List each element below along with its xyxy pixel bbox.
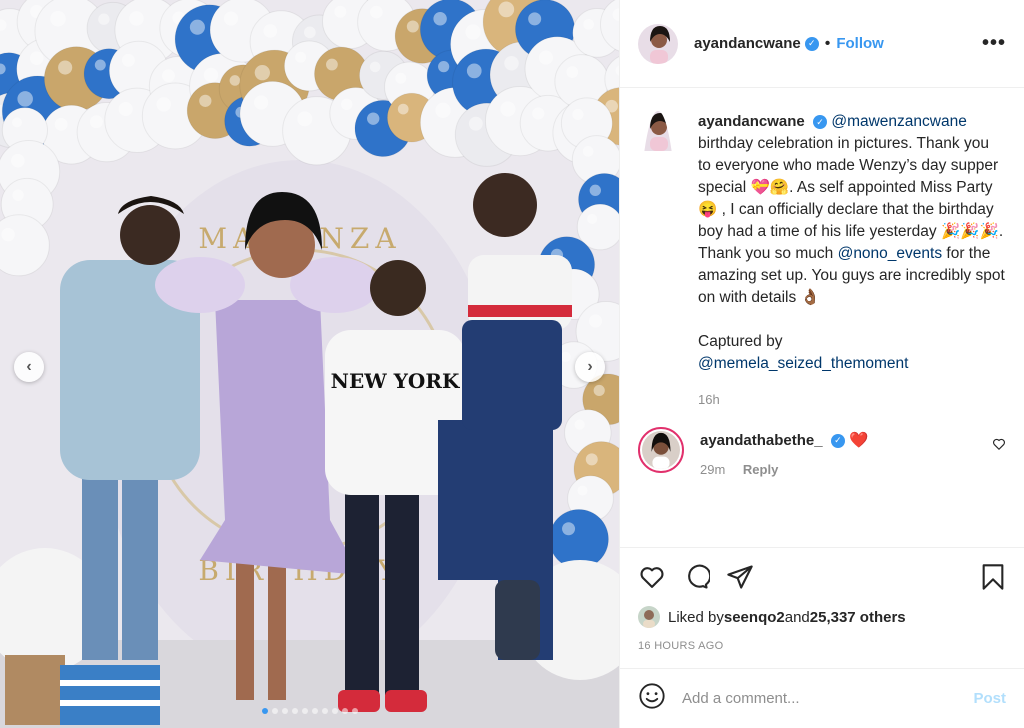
chevron-right-icon: ›: [587, 358, 593, 375]
speech-bubble-icon: [688, 564, 712, 589]
emoji-button[interactable]: [638, 682, 666, 715]
commenter-avatar[interactable]: [638, 427, 684, 473]
like-button[interactable]: [638, 563, 666, 596]
comment-item: ayandathabethe_ ✓ ❤️ 29m Reply: [638, 427, 1006, 477]
post-timestamp[interactable]: 16 HOURS AGO: [638, 640, 1006, 652]
verified-badge-icon: ✓: [830, 433, 845, 448]
post-photo[interactable]: MAWENZA BIRTHDAY: [0, 0, 619, 728]
more-options-icon[interactable]: •••: [982, 32, 1006, 55]
avatar[interactable]: [638, 23, 678, 64]
photo-image: MAWENZA BIRTHDAY: [0, 0, 619, 728]
avatar-icon: [642, 431, 680, 469]
carousel-dot: [321, 708, 328, 714]
carousel-dot: [331, 708, 338, 714]
commenter-username[interactable]: ayandathabethe_: [700, 432, 823, 449]
post-caption: ayandancwane ✓ @mawenzancwane birthday c…: [638, 111, 1006, 411]
likes-and: and: [784, 608, 810, 626]
next-slide-button[interactable]: ›: [575, 352, 605, 382]
heart-outline-icon: [993, 438, 1005, 450]
save-button[interactable]: [980, 563, 1006, 596]
post-actions: Liked by seenqo2 and 25,337 others 16 HO…: [620, 547, 1024, 652]
carousel-indicator: [0, 708, 619, 714]
likes-summary: Liked by seenqo2 and 25,337 others: [638, 606, 1006, 628]
avatar-icon: [638, 606, 660, 628]
comment-body: ayandathabethe_ ✓ ❤️ 29m Reply: [700, 427, 868, 477]
comments-section: ayandancwane ✓ @mawenzancwane birthday c…: [620, 89, 1024, 547]
photographer-mention-link[interactable]: @memela_seized_themoment: [698, 353, 1006, 375]
carousel-dot: [281, 708, 288, 714]
post-comment-button[interactable]: Post: [973, 690, 1006, 707]
verified-badge-icon: ✓: [813, 114, 828, 129]
bookmark-icon: [982, 563, 1004, 590]
add-comment-bar: Post: [620, 668, 1024, 728]
comment-meta: 29m Reply: [700, 462, 868, 477]
reply-button[interactable]: Reply: [743, 462, 778, 477]
carousel-dot: [351, 708, 358, 714]
chevron-left-icon: ‹: [26, 358, 32, 375]
comment-text: ❤️: [849, 432, 869, 449]
liker-avatar[interactable]: [638, 606, 660, 628]
shirt-text: NEW YORK: [331, 369, 460, 393]
verified-badge-icon: ✓: [804, 36, 819, 51]
carousel-dot: [291, 708, 298, 714]
caption-username[interactable]: ayandancwane: [698, 113, 805, 130]
captured-by-label: Captured by: [698, 333, 783, 350]
caption-avatar[interactable]: [638, 111, 678, 411]
caption-timestamp[interactable]: 16h: [698, 389, 1006, 411]
carousel-dot: [341, 708, 348, 714]
follow-button[interactable]: Follow: [836, 35, 884, 52]
carousel-dot: [261, 708, 268, 714]
mention-link[interactable]: @mawenzancwane: [831, 113, 967, 130]
caption-text: ayandancwane ✓ @mawenzancwane birthday c…: [698, 111, 1006, 411]
heart-icon: [640, 566, 664, 588]
liker-username[interactable]: seenqo2: [724, 609, 785, 626]
avatar-icon: [638, 23, 678, 64]
mention-link[interactable]: @nono_events: [838, 245, 943, 262]
post-header: ayandancwane ✓ • Follow •••: [620, 0, 1024, 88]
comment-like-button[interactable]: [992, 437, 1006, 477]
carousel-dot: [311, 708, 318, 714]
header-username[interactable]: ayandancwane: [694, 35, 801, 52]
liked-by-prefix: Liked by: [668, 608, 724, 626]
smiley-icon: [639, 683, 665, 709]
caption-body: birthday celebration in pictures. Thank …: [698, 135, 1004, 262]
share-button[interactable]: [726, 563, 754, 596]
avatar-icon: [638, 111, 678, 151]
comment-timestamp[interactable]: 29m: [700, 462, 725, 477]
post-sidebar: ayandancwane ✓ • Follow ••• ayandancwane…: [620, 0, 1024, 728]
carousel-dot: [271, 708, 278, 714]
action-icons: [638, 562, 1006, 596]
comment-input[interactable]: [682, 690, 942, 707]
comment-button[interactable]: [682, 563, 712, 596]
separator-dot: •: [824, 34, 831, 52]
paper-plane-icon: [727, 564, 753, 589]
carousel-dot: [301, 708, 308, 714]
likes-count[interactable]: 25,337 others: [810, 609, 906, 626]
previous-slide-button[interactable]: ‹: [14, 352, 44, 382]
